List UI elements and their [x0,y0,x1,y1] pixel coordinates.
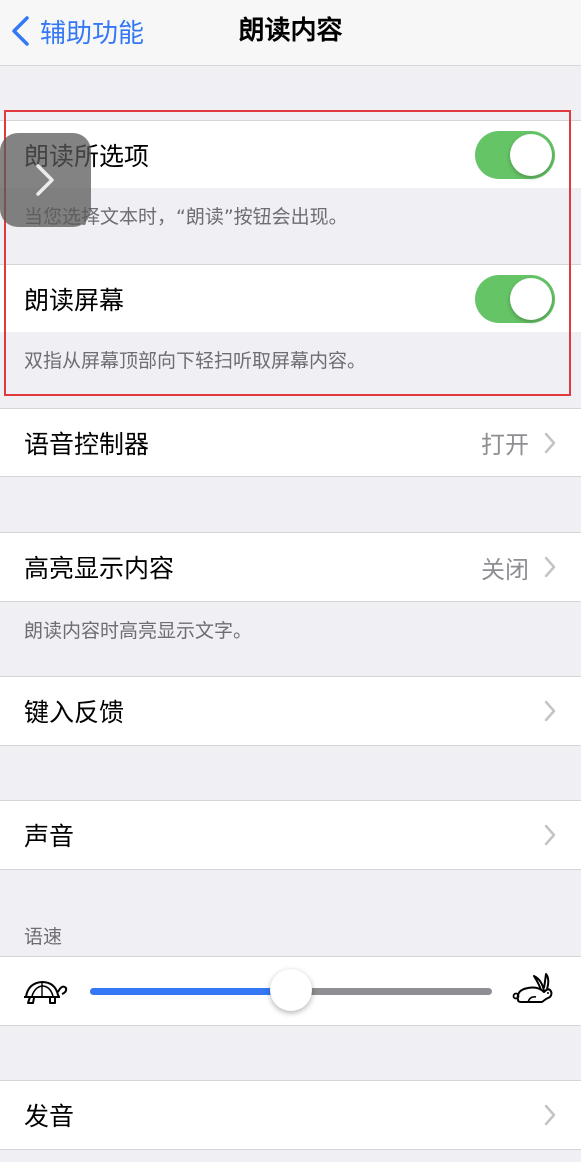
navigation-bar: 辅助功能 朗读内容 [0,0,581,66]
toggle-knob [510,278,552,320]
speech-controller-value: 打开 [481,431,529,459]
chevron-right-icon [544,432,556,453]
rabbit-icon [512,973,553,1003]
voices-row[interactable]: 声音 [0,800,581,870]
speak-screen-label: 朗读屏幕 [24,285,125,315]
pronunciations-label: 发音 [24,1102,75,1131]
highlight-content-row[interactable]: 高亮显示内容 关闭 [0,532,581,602]
typing-feedback-label: 键入反馈 [24,698,125,727]
speak-selection-toggle[interactable] [475,131,555,179]
chevron-right-icon [36,164,54,196]
speak-screen-footer: 双指从屏幕顶部向下轻扫听取屏幕内容。 [24,350,367,372]
highlight-content-label: 高亮显示内容 [24,554,175,583]
highlight-content-footer: 朗读内容时高亮显示文字。 [24,620,253,642]
speak-screen-toggle[interactable] [475,275,555,323]
speaking-rate-header: 语速 [24,926,63,948]
typing-feedback-row[interactable]: 键入反馈 [0,676,581,746]
speech-controller-label: 语音控制器 [24,429,150,459]
page-title: 朗读内容 [238,16,343,46]
speaking-rate-slider-fill [90,988,291,995]
speech-controller-row[interactable]: 语音控制器 打开 [0,408,581,477]
chevron-right-icon [544,1104,556,1126]
pronunciations-row[interactable]: 发音 [0,1080,581,1150]
speak-screen-row: 朗读屏幕 [0,264,581,332]
turtle-icon [24,981,68,1004]
speaking-rate-slider-thumb[interactable] [270,969,312,1011]
toggle-knob [510,134,552,176]
chevron-right-icon [544,556,556,578]
highlight-content-value: 关闭 [481,555,529,584]
chevron-right-icon [544,824,556,846]
assistive-touch-button[interactable] [0,133,91,227]
voices-label: 声音 [24,822,75,851]
chevron-right-icon [544,700,556,722]
